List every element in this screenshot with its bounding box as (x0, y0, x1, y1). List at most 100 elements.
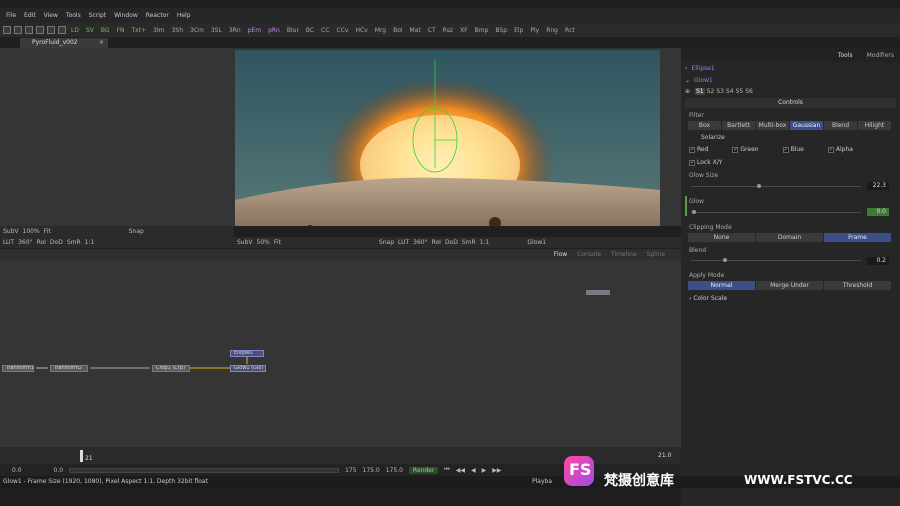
play-icon[interactable]: ▶ (482, 467, 487, 474)
option-frame[interactable]: Frame (824, 233, 891, 242)
glow-slider[interactable] (691, 212, 861, 213)
chevron-down-icon[interactable]: ⌄ (685, 77, 690, 84)
dod-button[interactable]: DoD (445, 239, 458, 246)
node-header-glow[interactable]: ⌄ Glow1 (681, 75, 900, 86)
zoom-dropdown[interactable]: 50% (257, 239, 270, 246)
tab-modifiers[interactable]: Modifiers (867, 52, 894, 59)
ratio-button[interactable]: 1:1 (85, 239, 95, 246)
view-s2[interactable]: S2 (707, 88, 715, 95)
dod-button[interactable]: DoD (50, 239, 63, 246)
chevron-right-icon[interactable]: › (685, 65, 687, 72)
view-s5[interactable]: S5 (736, 88, 744, 95)
toolbar-button-prn[interactable]: pRn (266, 27, 282, 34)
option-blend[interactable]: Blend (824, 121, 857, 130)
node-crop1[interactable]: Crop1 (Crp) (152, 365, 190, 372)
toolbar-button-rsz[interactable]: Rsz (441, 27, 455, 34)
toolbar-button-fn[interactable]: FN (115, 27, 127, 34)
roi-button[interactable]: RoI (37, 239, 46, 246)
playhead[interactable] (80, 450, 83, 462)
go-start-icon[interactable]: ⏮ (444, 466, 449, 474)
view-s4[interactable]: S4 (726, 88, 734, 95)
option-multi-box[interactable]: Multi-box (756, 121, 789, 130)
glow-size-slider-handle[interactable] (757, 184, 761, 188)
checkbox-red[interactable]: ✓ Red (689, 146, 708, 153)
glow-slider-handle[interactable] (692, 210, 697, 214)
global-end-b[interactable]: 175.0 (386, 467, 403, 474)
controls-header[interactable]: Controls (685, 98, 896, 108)
ratio-button[interactable]: 1:1 (480, 239, 490, 246)
option-domain[interactable]: Domain (756, 233, 823, 242)
toolbar-button-pem[interactable]: pEm (246, 27, 263, 34)
smr-button[interactable]: SmR (67, 239, 81, 246)
blend-value[interactable]: 0.2 (867, 257, 889, 265)
view-s3[interactable]: S3 (716, 88, 724, 95)
menu-reactor[interactable]: Reactor (146, 12, 169, 19)
option-gaussian[interactable]: Gaussian (790, 121, 823, 130)
toolbar-button-bmp[interactable]: Bmp (473, 27, 491, 34)
toolbar-button-bg[interactable]: BG (99, 27, 112, 34)
menu-edit[interactable]: Edit (24, 12, 36, 19)
new-icon[interactable] (3, 26, 11, 34)
toolbar-button-hcv[interactable]: HCv (353, 27, 369, 34)
menu-window[interactable]: Window (114, 12, 138, 19)
blend-slider-handle[interactable] (723, 258, 727, 262)
checkbox-green[interactable]: ✓ Green (732, 146, 759, 153)
360-button[interactable]: 360° (18, 239, 32, 246)
copy-icon[interactable] (47, 26, 55, 34)
solarize-button[interactable]: Solarize (701, 134, 725, 141)
toolbar-button-ld[interactable]: LD (69, 27, 81, 34)
snap-button[interactable]: Snap (129, 228, 144, 235)
subview-button[interactable]: SubV (3, 228, 19, 235)
subview-button[interactable]: SubV (237, 239, 253, 246)
menu-file[interactable]: File (6, 12, 16, 19)
toolbar-button-3sl[interactable]: 3SL (209, 27, 224, 34)
range-end[interactable]: 175 (345, 467, 356, 474)
toolbar-button-mat[interactable]: Mat (408, 27, 423, 34)
open-icon[interactable] (14, 26, 22, 34)
node-transform2[interactable]: Transform2 (50, 365, 88, 372)
current-time[interactable]: 0.0 (54, 467, 64, 474)
view-s1[interactable]: S1 (695, 88, 705, 95)
toolbar-button-blur[interactable]: Blur (285, 27, 301, 34)
checkbox-blue[interactable]: ✓ Blue (782, 146, 804, 153)
view-s6[interactable]: S6 (745, 88, 753, 95)
menu-view[interactable]: View (44, 12, 58, 19)
toolbar-button-txt[interactable]: Txt+ (130, 27, 149, 34)
color-scale-section[interactable]: › Color Scale (689, 295, 727, 302)
glow-value[interactable]: 0.0 (867, 208, 889, 216)
option-merge-under[interactable]: Merge Under (756, 281, 823, 290)
lut-button[interactable]: LUT (3, 239, 14, 246)
toolbar-button-bol[interactable]: Bol (391, 27, 404, 34)
toolbar-button-elp[interactable]: Elp (512, 27, 525, 34)
node-transform1[interactable]: Transform1 (2, 365, 34, 372)
option-hilight[interactable]: Hilight (858, 121, 891, 130)
fit-button[interactable]: Fit (274, 239, 281, 246)
roi-button[interactable]: RoI (432, 239, 441, 246)
paste-icon[interactable] (58, 26, 66, 34)
close-icon[interactable]: × (99, 38, 104, 48)
node-ellipse1[interactable]: Ellipse1 (230, 350, 264, 357)
fit-button[interactable]: Fit (44, 228, 51, 235)
glow-size-slider[interactable] (691, 186, 861, 187)
toolbar-button-3rn[interactable]: 3Rn (227, 27, 243, 34)
checkbox-lock-xy[interactable]: ✓ Lock X/Y (689, 159, 722, 166)
toolbar-button-bc[interactable]: BC (304, 27, 316, 34)
menu-tools[interactable]: Tools (66, 12, 81, 19)
toolbar-button-rct[interactable]: Rct (563, 27, 577, 34)
toolbar-button-cc[interactable]: CC (319, 27, 331, 34)
toolbar-button-ply[interactable]: Ply (528, 27, 541, 34)
option-normal[interactable]: Normal (688, 281, 755, 290)
save-icon[interactable] (25, 26, 33, 34)
toolbar-button-ccv[interactable]: CCv (335, 27, 351, 34)
option-bartlett[interactable]: Bartlett (722, 121, 755, 130)
smr-button[interactable]: SmR (462, 239, 476, 246)
step-back-icon[interactable]: ◀◀ (456, 467, 465, 474)
viewer-right[interactable] (234, 48, 681, 226)
viewer-left[interactable] (0, 48, 234, 226)
glow-size-value[interactable]: 22.3 (867, 182, 889, 190)
snap-button[interactable]: Snap (379, 239, 394, 246)
zoom-dropdown[interactable]: 100% (23, 228, 40, 235)
toolbar-button-3cm[interactable]: 3Cm (188, 27, 206, 34)
pin-icon[interactable]: ⊕ (685, 88, 693, 95)
flow-navigator[interactable] (586, 290, 610, 295)
